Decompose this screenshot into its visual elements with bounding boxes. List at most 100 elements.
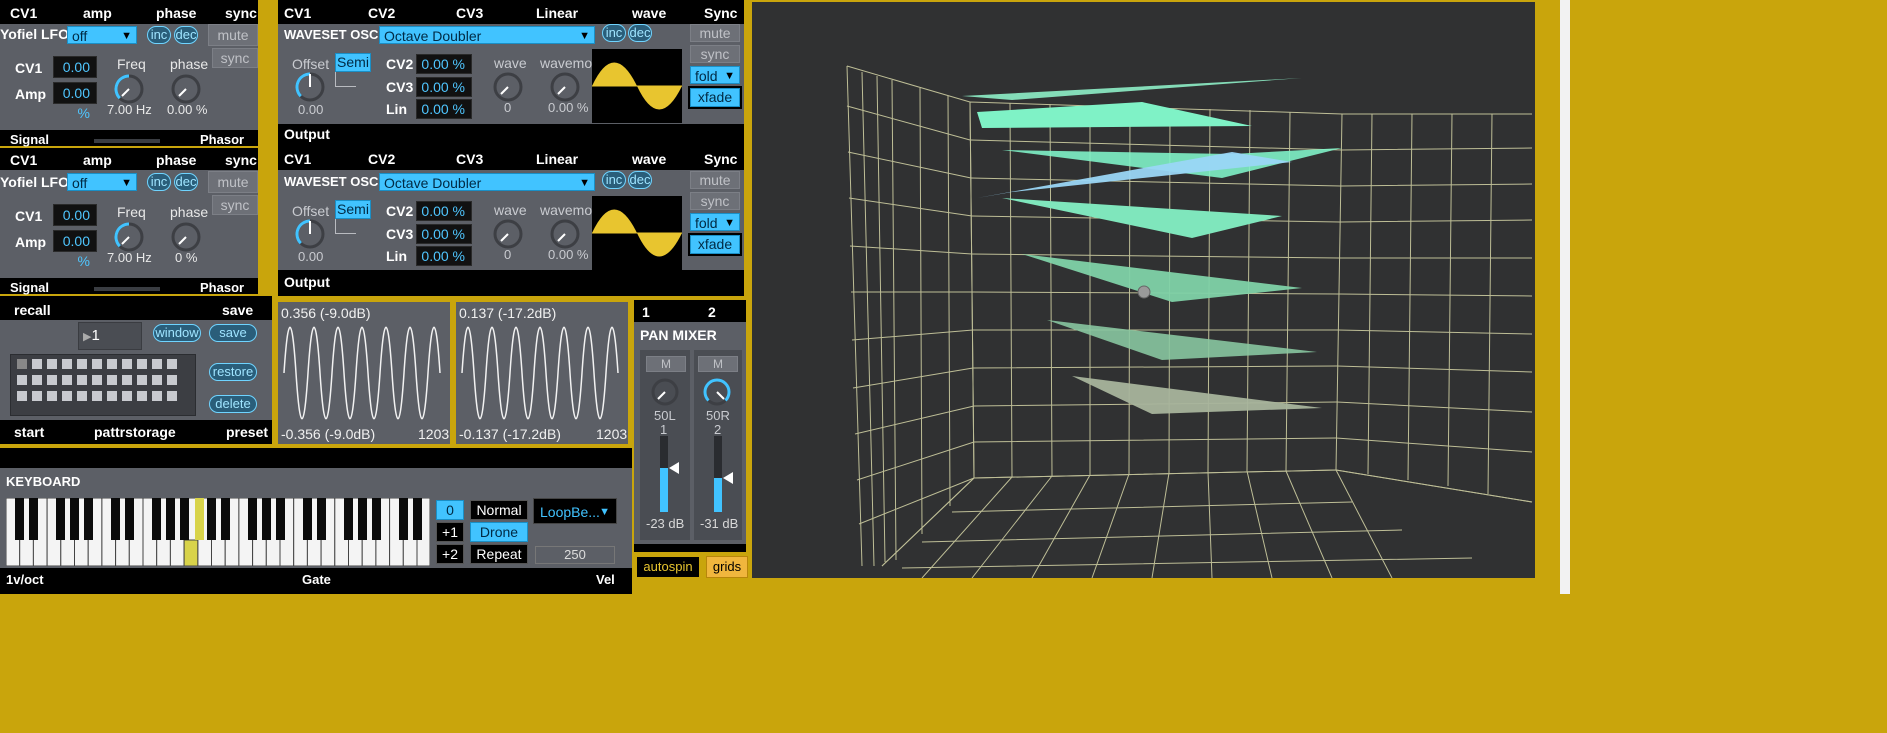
osc1-fold-select[interactable]: fold	[690, 66, 740, 85]
osc2-fold-select[interactable]: fold	[690, 213, 740, 232]
mode-normal-button[interactable]: Normal	[470, 500, 528, 520]
osc1-title: WAVESET OSC	[284, 27, 379, 42]
lfo2-mute-button[interactable]: mute	[208, 171, 258, 193]
osc2-semi-connector	[335, 219, 356, 234]
osc2-cv3-field[interactable]: 0.00 %	[416, 224, 472, 244]
scope-2: 0.137 (-17.2dB) -0.137 (-17.2dB) 1203	[454, 300, 630, 446]
osc2-dec-button[interactable]: dec	[628, 171, 652, 189]
pattr-window-button[interactable]: window	[153, 324, 201, 342]
osc2-title: WAVESET OSC	[284, 174, 379, 189]
osc2-offset-value: 0.00	[298, 249, 324, 264]
mixer-ch1-pan-knob[interactable]	[648, 375, 682, 409]
mixer-title: PAN MIXER	[640, 327, 717, 343]
lfo1-mode-select[interactable]: off	[67, 26, 137, 45]
pattr-panel: ▶1 window save restore delete	[0, 320, 272, 420]
osc2-xfade-button[interactable]: xfade	[688, 233, 742, 256]
lfo1-dec-button[interactable]: dec	[174, 26, 198, 44]
lfo1-header-cv1: CV1	[10, 5, 38, 21]
pattr-footer: start pattrstorage preset	[0, 420, 272, 444]
osc2-header-wave: wave	[632, 151, 667, 167]
osc2-wave-display	[592, 196, 682, 270]
lfo1-inc-button[interactable]: inc	[147, 26, 171, 44]
lfo2-dec-button[interactable]: dec	[174, 173, 198, 191]
lfo2-amp-label: Amp	[15, 234, 47, 250]
mixer-ch1-level	[660, 468, 668, 512]
grids-button[interactable]: grids	[706, 556, 748, 578]
osc2-lin-label: Lin	[386, 248, 407, 264]
lfo1-footer: Signal Phasor	[0, 130, 258, 147]
lfo1-header-phase: phase	[156, 5, 197, 21]
osc1-inc-button[interactable]: inc	[602, 24, 626, 42]
mixer-ch2-level	[714, 478, 722, 512]
lfo1-sync-button[interactable]: sync	[212, 48, 258, 68]
midi-port-select[interactable]: LoopBe... ▼	[533, 498, 617, 524]
preset-grid[interactable]	[10, 354, 196, 416]
lfo1-cv1-field[interactable]: 0.00 %	[53, 56, 97, 95]
keyboard-footer-gate: Gate	[302, 572, 331, 587]
osc2-offset-knob[interactable]	[292, 216, 328, 252]
lfo1-header: CV1 amp phase sync	[0, 0, 258, 24]
lfo2-cv1-field[interactable]: 0.00 %	[53, 204, 97, 243]
mixer-ch1-label: 1	[642, 304, 650, 320]
lfo1-amp-field[interactable]: 0.00 %	[53, 82, 97, 121]
osc1-header-sync: Sync	[704, 5, 738, 21]
autospin-button[interactable]: autospin	[636, 556, 700, 578]
mixer-ch2-fader-thumb[interactable]	[723, 472, 733, 484]
osc1-mute-button[interactable]: mute	[690, 24, 740, 42]
lfo2-mode-select[interactable]: off	[67, 173, 137, 192]
osc1-xfade-button[interactable]: xfade	[688, 86, 742, 109]
mode-repeat-button[interactable]: Repeat	[470, 544, 528, 564]
chevron-down-icon: ▼	[599, 506, 610, 518]
lfo2-amp-field[interactable]: 0.00 %	[53, 230, 97, 269]
pattr-name-label: pattrstorage	[94, 424, 176, 440]
osc2-lin-field[interactable]: 0.00 %	[416, 246, 472, 266]
piano-keyboard[interactable]	[5, 497, 431, 567]
pattr-save-button[interactable]: save	[209, 324, 257, 342]
osc1-offset-knob[interactable]	[292, 69, 328, 105]
osc2-header: CV1 CV2 CV3 Linear wave Sync	[278, 146, 744, 170]
octave-0-button[interactable]: 0	[436, 500, 464, 520]
osc2-semi-button[interactable]: Semi	[335, 200, 371, 219]
osc1-dec-button[interactable]: dec	[628, 24, 652, 42]
osc2-mute-button[interactable]: mute	[690, 171, 740, 189]
velocity-field[interactable]: 250	[535, 546, 615, 564]
right-edge-dark	[1570, 0, 1887, 733]
lfo1-mute-button[interactable]: mute	[208, 24, 258, 46]
mixer-ch1-number: 1	[660, 422, 668, 437]
mixer-panel: PAN MIXER M M 50L 50R 1 2 -23 dB -31 dB	[634, 322, 746, 544]
octave-plus2-button[interactable]: +2	[436, 544, 464, 564]
lfo1-footer-phasor: Phasor	[200, 132, 245, 147]
osc1-lin-field[interactable]: 0.00 %	[416, 99, 472, 119]
lfo2-sync-button[interactable]: sync	[212, 195, 258, 215]
mode-drone-button[interactable]: Drone	[470, 522, 528, 542]
piano-keys[interactable]	[5, 497, 431, 567]
osc2-inc-button[interactable]: inc	[602, 171, 626, 189]
osc1-preset-select[interactable]: Octave Doubler	[379, 26, 595, 45]
osc1-cv2-field[interactable]: 0.00 %	[416, 54, 472, 74]
octave-plus1-button[interactable]: +1	[436, 522, 464, 542]
mixer-ch2-fader[interactable]	[714, 436, 722, 512]
lfo2-inc-button[interactable]: inc	[147, 173, 171, 191]
pattr-slot-number[interactable]: ▶1	[78, 322, 142, 350]
osc2-preset-select[interactable]: Octave Doubler	[379, 173, 595, 192]
osc1-sync-button[interactable]: sync	[690, 45, 740, 63]
3d-cursor-icon	[1137, 285, 1151, 299]
osc2-sync-button[interactable]: sync	[690, 192, 740, 210]
osc2-header-cv2: CV2	[368, 151, 396, 167]
lfo2-header-amp: amp	[83, 152, 112, 168]
osc2-header-sync: Sync	[704, 151, 738, 167]
mixer-ch1-mute[interactable]: M	[646, 356, 686, 372]
pattr-delete-button[interactable]: delete	[209, 395, 257, 413]
osc2-wavemod-value: 0.00 %	[548, 247, 589, 262]
mixer-ch2-mute[interactable]: M	[698, 356, 738, 372]
mixer-ch1-fader[interactable]	[660, 436, 668, 512]
osc2-cv2-field[interactable]: 0.00 %	[416, 201, 472, 221]
lfo2-cv1-label: CV1	[15, 208, 43, 224]
osc1-cv2-label: CV2	[386, 56, 414, 72]
3d-viewport[interactable]	[752, 2, 1535, 579]
osc1-semi-button[interactable]: Semi	[335, 53, 371, 72]
mixer-ch2-pan-knob[interactable]	[700, 375, 734, 409]
osc1-cv3-field[interactable]: 0.00 %	[416, 77, 472, 97]
pattr-restore-button[interactable]: restore	[209, 363, 257, 381]
mixer-ch1-fader-thumb[interactable]	[669, 462, 679, 474]
